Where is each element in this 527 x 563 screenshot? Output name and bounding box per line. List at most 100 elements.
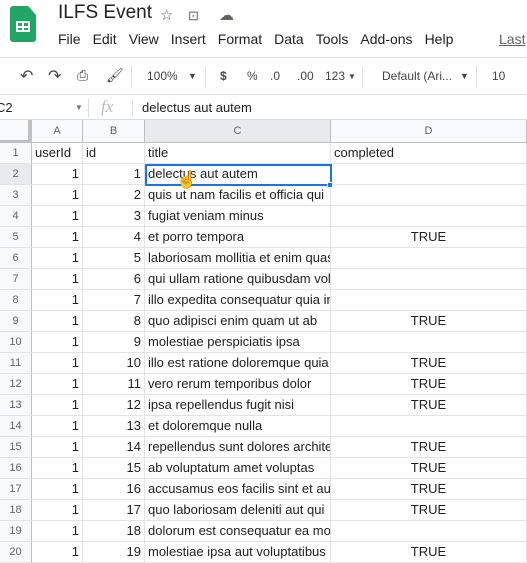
table-cell[interactable]: TRUE bbox=[331, 479, 527, 500]
percent-button[interactable]: % bbox=[247, 69, 258, 83]
row-header[interactable]: 3 bbox=[0, 185, 32, 206]
row-header[interactable]: 2 bbox=[0, 164, 32, 185]
table-cell[interactable]: TRUE bbox=[331, 353, 527, 374]
sheets-logo[interactable] bbox=[10, 6, 36, 42]
table-cell[interactable]: quis ut nam facilis et officia qui bbox=[145, 185, 331, 206]
table-cell[interactable]: TRUE bbox=[331, 311, 527, 332]
row-header[interactable]: 15 bbox=[0, 437, 32, 458]
table-cell[interactable] bbox=[331, 185, 527, 206]
table-cell[interactable]: 11 bbox=[83, 374, 145, 395]
table-cell[interactable]: 13 bbox=[83, 416, 145, 437]
table-cell[interactable]: molestiae perspiciatis ipsa bbox=[145, 332, 331, 353]
table-cell[interactable]: illo est ratione doloremque quia bbox=[145, 353, 331, 374]
more-formats-button[interactable]: 123 bbox=[325, 69, 345, 83]
row-header[interactable]: 20 bbox=[0, 542, 32, 563]
row-header[interactable]: 6 bbox=[0, 248, 32, 269]
table-cell[interactable]: TRUE bbox=[331, 395, 527, 416]
column-header-d[interactable]: D bbox=[331, 120, 527, 143]
row-header[interactable]: 9 bbox=[0, 311, 32, 332]
font-select[interactable]: Default (Ari... bbox=[382, 69, 452, 83]
table-cell[interactable] bbox=[331, 416, 527, 437]
table-cell[interactable]: 1 bbox=[32, 542, 83, 563]
table-cell[interactable]: dolorum est consequatur ea mollitia bbox=[145, 521, 331, 542]
table-cell[interactable]: quo laboriosam deleniti aut qui bbox=[145, 500, 331, 521]
table-cell[interactable]: 1 bbox=[32, 227, 83, 248]
row-header[interactable]: 19 bbox=[0, 521, 32, 542]
menu-tools[interactable]: Tools bbox=[316, 31, 349, 47]
table-cell[interactable]: TRUE bbox=[331, 458, 527, 479]
table-cell[interactable]: 1 bbox=[32, 374, 83, 395]
increase-decimal-button[interactable]: .00 bbox=[297, 69, 314, 83]
row-header[interactable]: 14 bbox=[0, 416, 32, 437]
row-header[interactable]: 16 bbox=[0, 458, 32, 479]
table-cell[interactable]: 19 bbox=[83, 542, 145, 563]
menu-view[interactable]: View bbox=[129, 31, 159, 47]
chevron-down-icon[interactable]: ▼ bbox=[75, 103, 83, 112]
menu-file[interactable]: File bbox=[58, 31, 81, 47]
table-cell[interactable]: 1 bbox=[32, 206, 83, 227]
table-cell[interactable]: 7 bbox=[83, 290, 145, 311]
column-header-b[interactable]: B bbox=[83, 120, 145, 143]
table-cell[interactable]: 6 bbox=[83, 269, 145, 290]
zoom-select[interactable]: 100% bbox=[147, 69, 178, 83]
font-size-input[interactable]: 10 bbox=[492, 69, 505, 83]
table-cell[interactable]: molestiae ipsa aut voluptatibus bbox=[145, 542, 331, 563]
table-cell[interactable]: vero rerum temporibus dolor bbox=[145, 374, 331, 395]
header-cell[interactable]: id bbox=[83, 143, 145, 164]
table-cell[interactable]: 1 bbox=[32, 437, 83, 458]
redo-icon[interactable]: ↷ bbox=[48, 66, 61, 86]
menu-data[interactable]: Data bbox=[274, 31, 304, 47]
print-icon[interactable]: ⎙ bbox=[77, 67, 88, 84]
row-header[interactable]: 1 bbox=[0, 143, 32, 164]
row-header[interactable]: 8 bbox=[0, 290, 32, 311]
table-cell[interactable]: 1 bbox=[32, 416, 83, 437]
table-cell[interactable]: TRUE bbox=[331, 437, 527, 458]
document-title[interactable]: ILFS Event bbox=[58, 2, 152, 24]
table-cell[interactable]: 2 bbox=[83, 185, 145, 206]
table-cell[interactable]: 15 bbox=[83, 458, 145, 479]
fill-handle[interactable] bbox=[327, 182, 333, 188]
column-header-c[interactable]: C bbox=[145, 120, 331, 143]
row-header[interactable]: 7 bbox=[0, 269, 32, 290]
table-cell[interactable] bbox=[331, 206, 527, 227]
paint-format-icon[interactable]: 🖌 bbox=[106, 67, 124, 84]
row-header[interactable]: 5 bbox=[0, 227, 32, 248]
table-cell[interactable]: 1 bbox=[32, 332, 83, 353]
table-cell[interactable] bbox=[331, 332, 527, 353]
table-cell[interactable]: 14 bbox=[83, 437, 145, 458]
last-edit-link[interactable]: Last bbox=[499, 31, 525, 47]
row-header[interactable]: 11 bbox=[0, 353, 32, 374]
row-header[interactable]: 12 bbox=[0, 374, 32, 395]
header-cell[interactable]: userId bbox=[32, 143, 83, 164]
table-cell[interactable]: repellendus sunt dolores architecto bbox=[145, 437, 331, 458]
menu-insert[interactable]: Insert bbox=[171, 31, 206, 47]
column-header-a[interactable]: A bbox=[32, 120, 83, 143]
table-cell[interactable]: 1 bbox=[32, 500, 83, 521]
table-cell[interactable] bbox=[331, 290, 527, 311]
table-cell[interactable] bbox=[331, 164, 527, 185]
table-cell[interactable]: laboriosam mollitia et enim quasi bbox=[145, 248, 331, 269]
header-cell[interactable]: completed bbox=[331, 143, 527, 164]
menu-add-ons[interactable]: Add-ons bbox=[360, 31, 412, 47]
table-cell[interactable]: 3 bbox=[83, 206, 145, 227]
row-header[interactable]: 4 bbox=[0, 206, 32, 227]
table-cell[interactable]: TRUE bbox=[331, 500, 527, 521]
table-cell[interactable]: 8 bbox=[83, 311, 145, 332]
table-cell[interactable]: TRUE bbox=[331, 227, 527, 248]
table-cell[interactable]: TRUE bbox=[331, 374, 527, 395]
table-cell[interactable]: accusamus eos facilis sint et aut bbox=[145, 479, 331, 500]
table-cell[interactable]: 1 bbox=[32, 269, 83, 290]
table-cell[interactable]: 9 bbox=[83, 332, 145, 353]
table-cell[interactable]: 1 bbox=[32, 458, 83, 479]
menu-edit[interactable]: Edit bbox=[93, 31, 117, 47]
row-header[interactable]: 17 bbox=[0, 479, 32, 500]
table-cell[interactable]: 1 bbox=[32, 395, 83, 416]
cloud-saved-icon[interactable]: ☁ bbox=[219, 6, 234, 24]
table-cell[interactable]: illo expedita consequatur quia in bbox=[145, 290, 331, 311]
table-cell[interactable]: 5 bbox=[83, 248, 145, 269]
table-cell[interactable]: 1 bbox=[32, 185, 83, 206]
header-cell[interactable]: title bbox=[145, 143, 331, 164]
table-cell[interactable] bbox=[331, 269, 527, 290]
table-cell[interactable] bbox=[331, 521, 527, 542]
table-cell[interactable]: 1 bbox=[32, 521, 83, 542]
